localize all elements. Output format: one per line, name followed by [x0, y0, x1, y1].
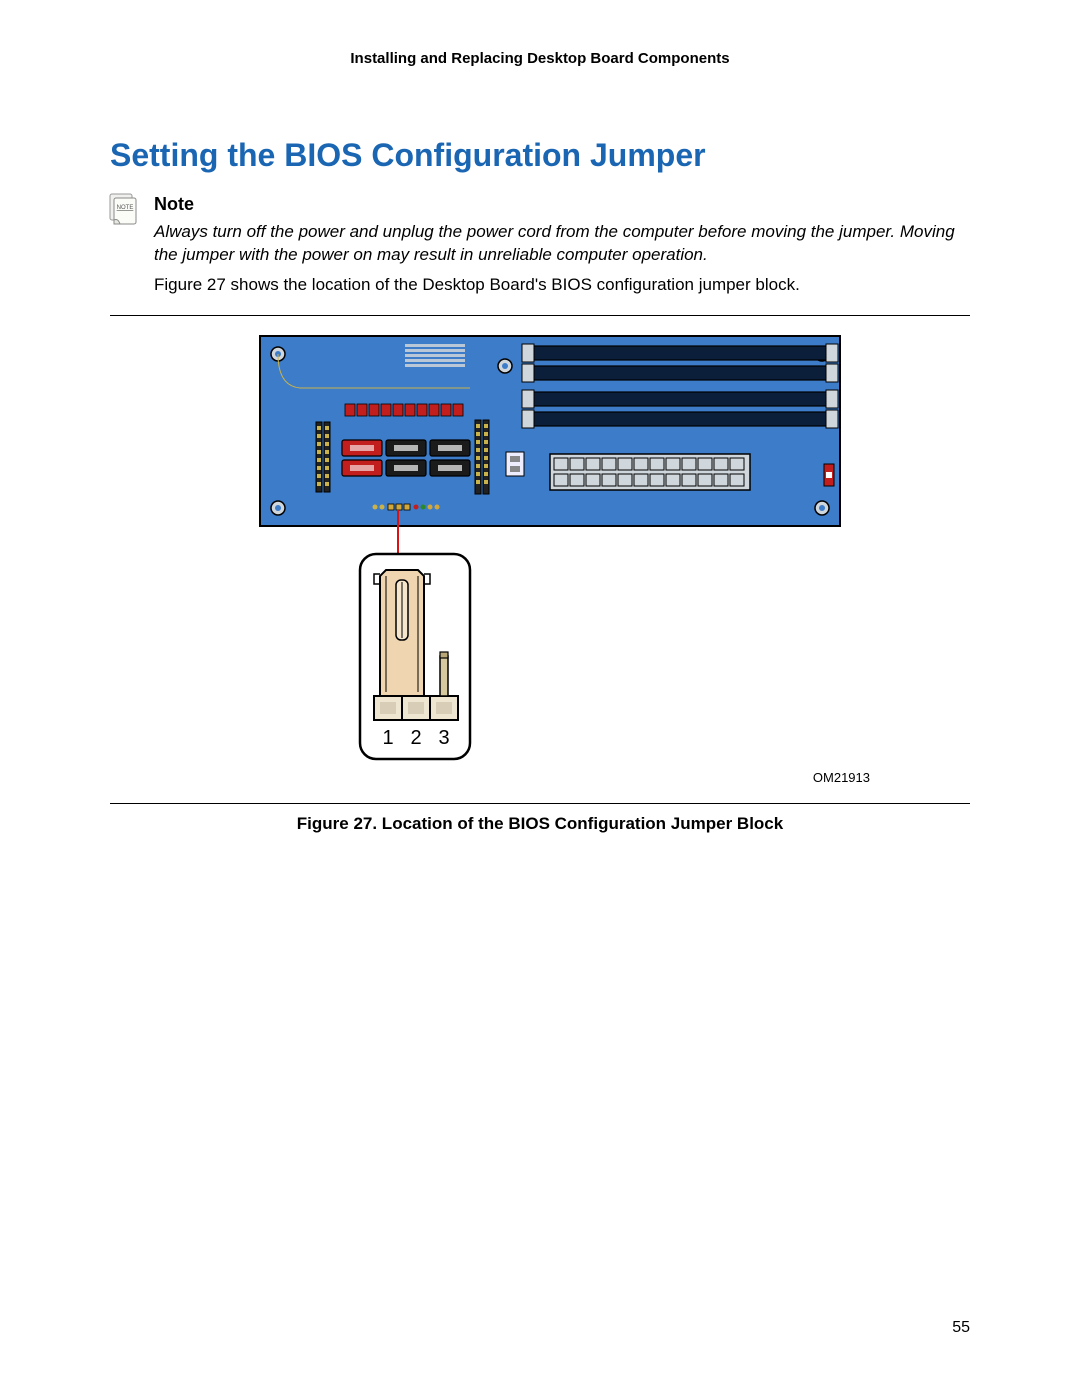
note-content: Note Always turn off the power and unplu…	[154, 192, 970, 297]
board-diagram: 1 2 3	[210, 326, 870, 776]
note-body-text: Always turn off the power and unplug the…	[154, 221, 970, 267]
figure: 1 2 3 OM21913	[110, 326, 970, 785]
lead-paragraph: Figure 27 shows the location of the Desk…	[154, 273, 970, 297]
page: Installing and Replacing Desktop Board C…	[0, 0, 1080, 1397]
page-number: 55	[952, 1319, 970, 1337]
figure-rule-bottom	[110, 803, 970, 804]
svg-text:1: 1	[382, 727, 393, 749]
figure-om-label: OM21913	[110, 770, 970, 785]
svg-text:2: 2	[410, 727, 421, 749]
figure-caption: Figure 27. Location of the BIOS Configur…	[110, 814, 970, 834]
svg-text:NOTE: NOTE	[117, 205, 134, 211]
section-title: Setting the BIOS Configuration Jumper	[110, 137, 970, 174]
figure-rule-top	[110, 315, 970, 316]
svg-text:3: 3	[438, 727, 449, 749]
note-icon: NOTE	[106, 192, 142, 228]
running-header: Installing and Replacing Desktop Board C…	[110, 50, 970, 67]
note-block: NOTE Note Always turn off the power and …	[106, 192, 970, 297]
note-heading: Note	[154, 194, 970, 215]
